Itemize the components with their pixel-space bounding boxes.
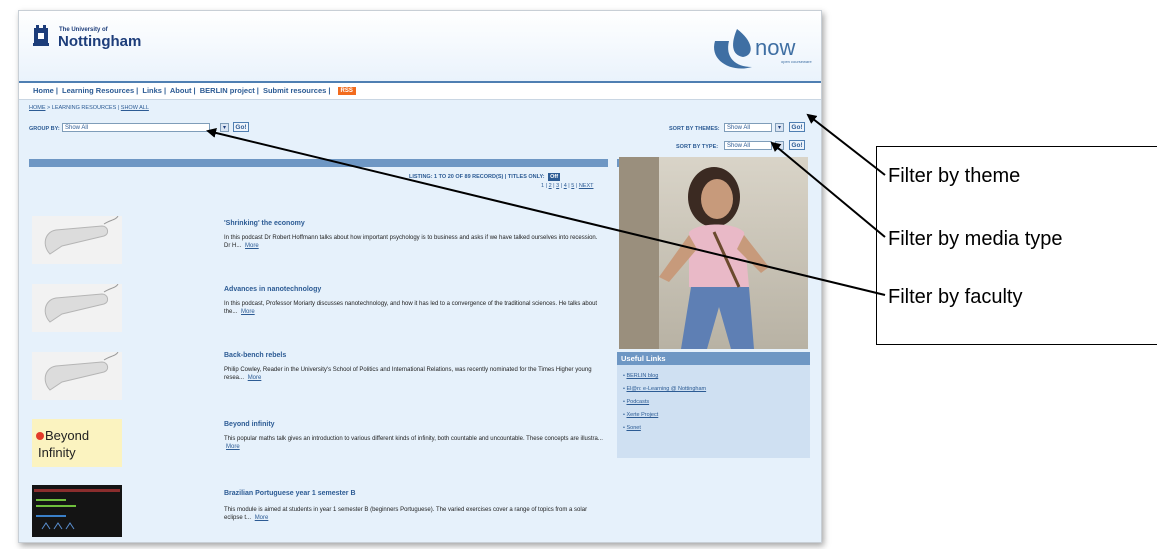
arrow-to-group-filter (206, 128, 886, 296)
arrow-to-theme-filter (806, 113, 886, 176)
annotation-arrows (206, 113, 886, 296)
arrow-to-type-filter (770, 141, 886, 238)
